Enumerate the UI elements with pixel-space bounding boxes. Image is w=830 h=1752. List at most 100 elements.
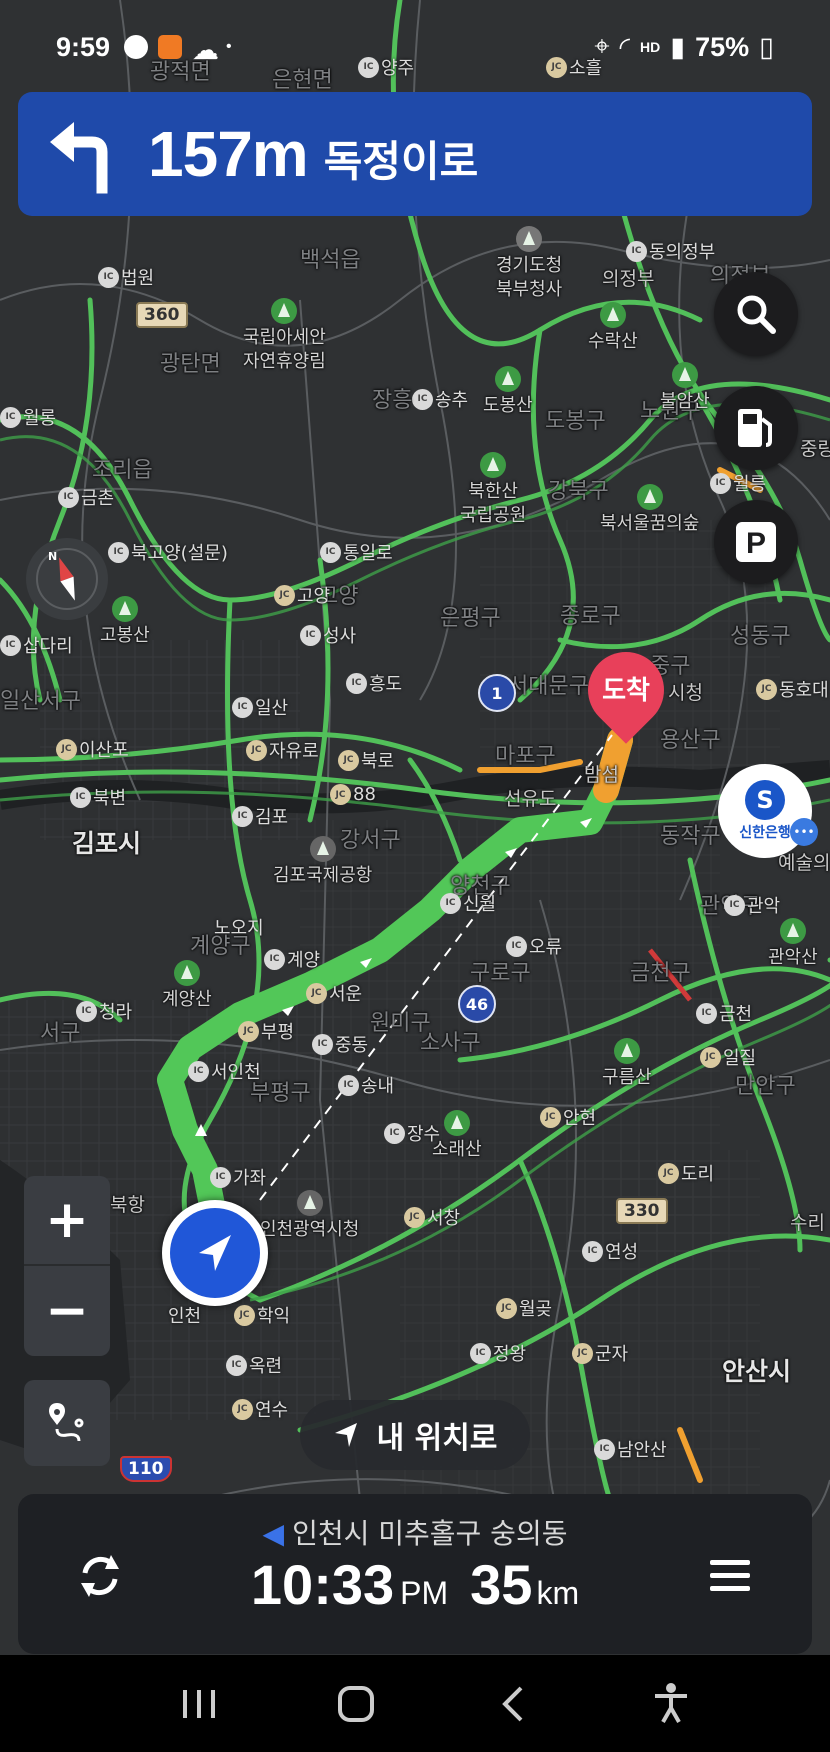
jc-label: JC 월곶 [496, 1295, 552, 1321]
ic-label: IC 남안산 [594, 1436, 667, 1462]
location-icon: ⌖ [594, 31, 610, 61]
arrival-ampm: PM [400, 1575, 449, 1611]
recent-apps-button[interactable] [169, 1674, 229, 1734]
ic-label: IC 북고양(설문) [108, 539, 228, 565]
poi-label: 구름산 [602, 1038, 652, 1090]
mountain-icon [443, 1110, 470, 1136]
mountain-icon [111, 596, 138, 622]
route-icon [49, 1403, 84, 1442]
district-label: 도봉구 [545, 409, 606, 434]
parking-icon: P [736, 522, 776, 562]
poi-label: 국립아세안 자연휴양림 [243, 298, 326, 374]
ic-label: IC 북변 [70, 784, 126, 810]
poi-label: 김포국제공항 [273, 836, 372, 888]
mountain-icon [599, 302, 626, 328]
ic-label: IC 금천 [696, 1000, 752, 1026]
jc-label: JC 88 [330, 784, 376, 805]
bank-marker[interactable]: S 신한은행 ••• [718, 764, 818, 858]
ic-label: IC 월릉 [710, 470, 766, 496]
turn-distance: 157m [148, 118, 309, 190]
place-label: 백석읍 [300, 248, 361, 273]
back-icon [501, 1686, 523, 1721]
ic-label: IC 중동 [312, 1031, 368, 1057]
poi-label: 관악산 [768, 918, 818, 970]
weather-icon: ☁ [192, 35, 220, 65]
turn-road-name: 독정이로 [323, 136, 479, 186]
temu-app-icon [158, 35, 183, 59]
jc-label: JC 학익 [234, 1302, 290, 1328]
distance-unit: km [536, 1575, 580, 1611]
status-time: 9:59 [56, 31, 111, 62]
route-overview-button[interactable] [24, 1380, 110, 1466]
menu-button[interactable] [688, 1534, 772, 1618]
my-location-label: 내 위치로 [376, 1421, 498, 1456]
turn-instruction-banner[interactable]: 157m 독정이로 [18, 92, 812, 216]
ic-label: IC 신월 [440, 890, 496, 916]
ic-label: IC 장수 [384, 1120, 440, 1146]
jc-label: JC 이산포 [56, 736, 129, 762]
ic-label: IC 연성 [582, 1238, 638, 1264]
home-button[interactable] [326, 1674, 386, 1734]
ic-label: IC 통일로 [320, 539, 393, 565]
place-label: 광탄면 [160, 352, 221, 377]
ic-label: IC 서인천 [188, 1058, 261, 1084]
search-button[interactable] [714, 272, 798, 356]
ic-label: IC 동의정부 [626, 238, 715, 264]
destination-label: 도착 [602, 676, 650, 706]
chat-bubble-icon[interactable]: ••• [790, 818, 818, 846]
ic-label: IC 청라 [76, 998, 132, 1024]
ic-label: IC 흥도 [346, 670, 402, 696]
mountain-icon [636, 484, 663, 510]
poi-label: 북한산 국립공원 [460, 452, 526, 528]
destination-marker[interactable]: 도착 [572, 636, 680, 752]
poi-label: 북서울꿈의숲 [600, 484, 699, 536]
poi-label: 인천광역시청 [260, 1190, 359, 1242]
accessibility-button[interactable] [641, 1674, 701, 1734]
mountain-icon [494, 366, 521, 392]
ic-label: IC 법원 [98, 264, 154, 290]
mountain-icon [173, 960, 200, 986]
zoom-out-button[interactable]: − [24, 1266, 110, 1356]
arrival-time: 10:33 [250, 1553, 395, 1616]
district-label: 종로구 [560, 604, 621, 629]
signal-icon: ▮ [670, 31, 686, 62]
network-label: HD [640, 39, 661, 55]
home-icon [338, 1685, 375, 1722]
district-label: 용산구 [660, 728, 721, 753]
gas-station-button[interactable] [714, 386, 798, 470]
compass-button[interactable]: N [26, 538, 108, 620]
mountain-icon [480, 452, 507, 478]
bank-logo-icon: S [745, 780, 785, 820]
battery-percent: 75% [695, 31, 750, 62]
district-label: 구로구 [470, 961, 531, 986]
svg-text:P: P [746, 527, 766, 560]
place-label: 수리 [790, 1212, 825, 1234]
ic-label: IC 성사 [300, 622, 356, 648]
building-icon [296, 1190, 323, 1216]
ic-label: IC 관악 [724, 892, 780, 918]
place-label: 의정부 [602, 268, 655, 290]
jc-label: JC 북로 [338, 747, 394, 773]
ic-label: IC 김포 [232, 803, 288, 829]
district-label: 만안구 [735, 1074, 796, 1099]
label: 노오지 [214, 918, 264, 939]
trip-info-panel[interactable]: ◀ 인천시 미추홀구 숭의동 10:33 PM 35 km [18, 1494, 812, 1654]
parking-button[interactable]: P [714, 500, 798, 584]
back-button[interactable] [484, 1674, 544, 1734]
mountain-icon [613, 1038, 640, 1064]
poi-label: 도봉산 [483, 366, 533, 418]
left-turn-icon [50, 122, 108, 194]
building-icon [516, 226, 543, 252]
route-shield: 330 [616, 1198, 668, 1224]
my-location-button[interactable]: 내 위치로 [300, 1400, 530, 1470]
ic-label: IC 정왕 [470, 1340, 526, 1366]
mountain-icon [779, 918, 806, 944]
ic-label: IC 송내 [338, 1072, 394, 1098]
place-label: 조리읍 [92, 458, 153, 483]
district-label: 마포구 [495, 744, 556, 769]
airport-icon [309, 836, 336, 862]
zoom-in-button[interactable]: + [24, 1176, 110, 1266]
place-label: 시청 [668, 682, 703, 704]
city-label: 안산시 [722, 1357, 792, 1386]
jc-label: JC 동호대 [756, 676, 829, 702]
